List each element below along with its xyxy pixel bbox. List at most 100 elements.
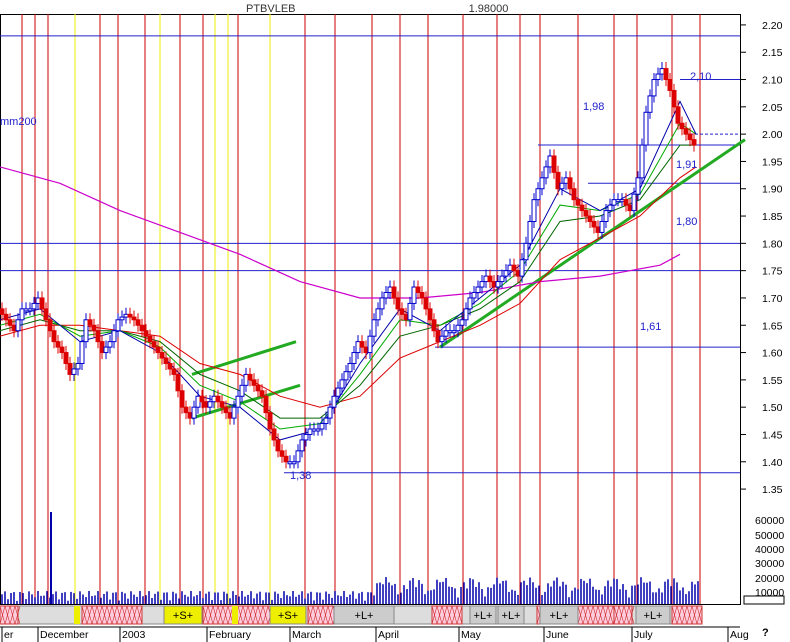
candle-body xyxy=(399,308,405,315)
candle-body xyxy=(31,302,37,310)
price-tick-label: 2.15 xyxy=(762,47,783,59)
candle-body xyxy=(427,308,433,321)
trendlines xyxy=(191,138,746,420)
candle-body xyxy=(175,373,181,392)
candle-body xyxy=(227,412,233,419)
price-tick-label: 1.45 xyxy=(762,429,783,441)
candle-body xyxy=(315,428,321,432)
candle-body xyxy=(267,412,273,430)
candle-body xyxy=(251,379,257,386)
candle-body xyxy=(643,111,649,146)
candle-body xyxy=(327,406,333,419)
candle-body xyxy=(171,368,177,375)
candle-body xyxy=(303,433,309,441)
candle-body xyxy=(679,122,685,130)
price-tick-label: 1.35 xyxy=(762,484,783,496)
candle-body xyxy=(615,199,621,203)
candle-body xyxy=(335,387,341,397)
candle-body xyxy=(211,395,217,403)
candle-body xyxy=(75,362,81,370)
month-label: May xyxy=(461,629,482,641)
price-tick-label: 2.10 xyxy=(762,75,783,87)
candle-body xyxy=(283,455,289,463)
candle-body xyxy=(407,302,413,321)
candle-body xyxy=(595,226,601,233)
candle-body xyxy=(555,171,561,190)
candle-body xyxy=(491,281,497,288)
candle-body xyxy=(539,177,545,190)
level-label: 2,10 xyxy=(690,71,711,83)
candle-body xyxy=(575,199,581,206)
candle-body xyxy=(499,275,505,283)
candle-body xyxy=(187,412,193,419)
candle-body xyxy=(395,297,401,310)
candle-body xyxy=(507,264,513,272)
candle-body xyxy=(487,275,493,283)
candle-body xyxy=(535,188,541,201)
volume-tick-label: 20000 xyxy=(755,573,784,585)
candle-body xyxy=(35,297,41,304)
candle-body xyxy=(367,335,373,354)
signal-label: +L+ xyxy=(474,610,493,622)
month-label: July xyxy=(634,629,653,641)
candle-body xyxy=(379,297,385,310)
candle-body xyxy=(583,210,589,217)
candle-body xyxy=(439,335,445,343)
month-label: June xyxy=(546,629,569,641)
candle-body xyxy=(671,89,677,108)
candle-body xyxy=(103,346,109,354)
candle-body xyxy=(571,188,577,201)
month-label: April xyxy=(378,629,399,641)
candle-body xyxy=(23,308,29,312)
candle-body xyxy=(479,281,485,288)
signal-hatch xyxy=(307,605,335,625)
candle-body xyxy=(147,335,153,343)
candle-body xyxy=(375,308,381,321)
candle-body xyxy=(15,319,21,332)
candle-body xyxy=(635,177,641,195)
candle-body xyxy=(515,270,521,277)
candle-body xyxy=(43,308,49,321)
candle-body xyxy=(431,319,437,332)
candle-body xyxy=(0,308,5,315)
candle-body xyxy=(603,210,609,223)
candle-body xyxy=(247,373,253,381)
candle-body xyxy=(311,428,317,432)
candle-body xyxy=(543,166,549,179)
candle-body xyxy=(475,286,481,293)
month-label: December xyxy=(40,629,89,641)
price-tick-label: 1.90 xyxy=(762,184,783,196)
price-chart[interactable]: 2.20 2.15 2.10 2.05 2.00 1.95 1.90 1.85 1.80 1.75… xyxy=(0,0,790,642)
candle-body xyxy=(687,133,693,141)
candle-body xyxy=(59,346,65,354)
candle-body xyxy=(323,417,329,425)
candle-body xyxy=(27,308,33,312)
candle-body xyxy=(391,286,397,299)
plot-frame xyxy=(0,14,741,605)
level-label: 1,38 xyxy=(290,470,311,482)
candle-body xyxy=(99,341,105,354)
candle-body xyxy=(63,352,69,364)
candle-body xyxy=(647,95,653,113)
candle-body xyxy=(39,297,45,310)
candle-body xyxy=(463,308,469,321)
candle-body xyxy=(591,221,597,228)
candle-body xyxy=(107,341,113,348)
signal-strip: +S+ +S+ +L+ +L+ +L+ +L+ +L+ xyxy=(0,605,703,625)
candle-body xyxy=(287,461,293,465)
volume-tick-label: 30000 xyxy=(755,558,784,570)
price-tick-label: 1.60 xyxy=(762,348,783,360)
candle-body xyxy=(215,395,221,403)
candle-body xyxy=(91,324,97,332)
candle-body xyxy=(495,281,501,288)
candle-body xyxy=(207,401,213,408)
candle-body xyxy=(319,423,325,430)
candle-body xyxy=(111,330,117,343)
candle-body xyxy=(279,450,285,457)
month-label: February xyxy=(209,629,252,641)
signal-label: +L+ xyxy=(550,610,569,622)
candle-body xyxy=(527,221,533,244)
candle-body xyxy=(203,401,209,408)
candle-body xyxy=(531,199,537,223)
candle-body xyxy=(355,341,361,354)
